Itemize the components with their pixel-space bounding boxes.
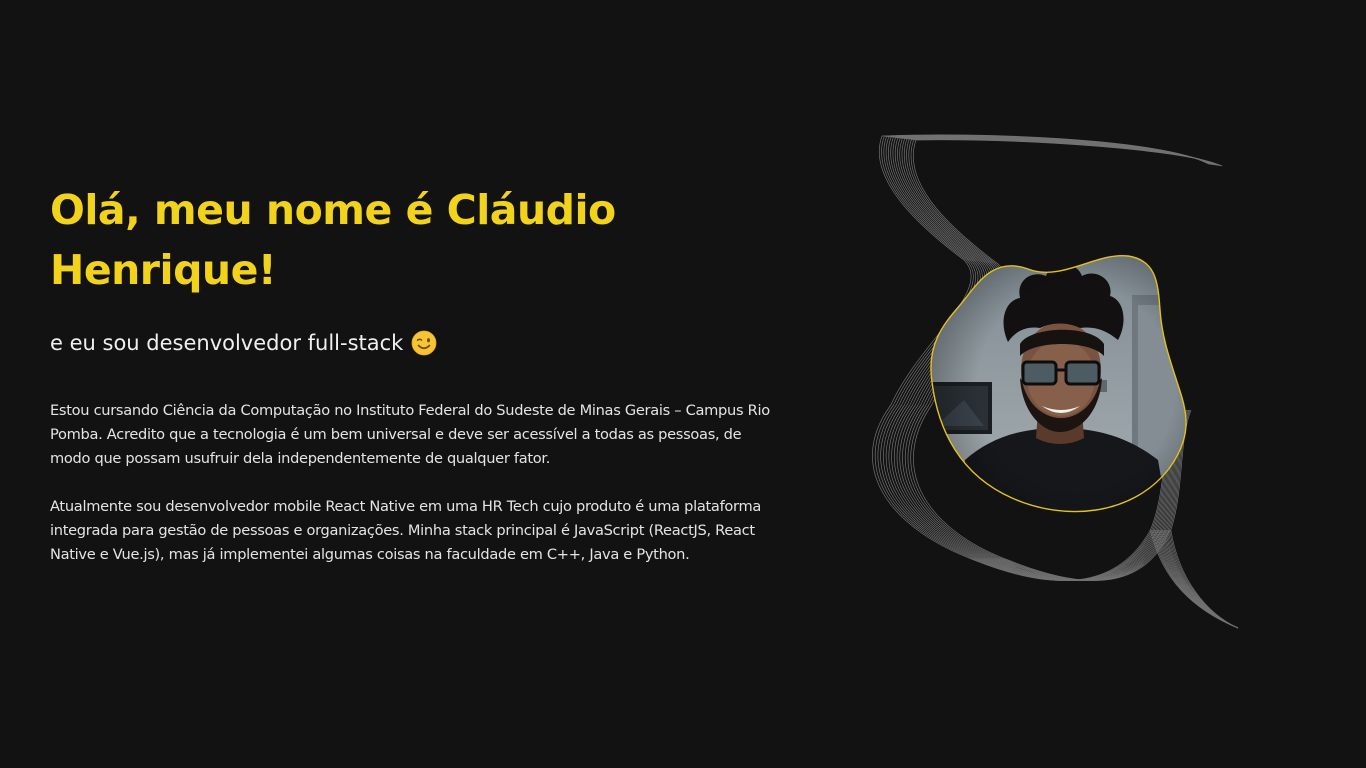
- profile-visual: [870, 130, 1250, 635]
- bio-paragraph: Atualmente sou desenvolvedor mobile Reac…: [50, 498, 762, 563]
- subtitle: e eu sou desenvolvedor full-stack: [50, 327, 770, 359]
- profile-photo: [930, 255, 1187, 512]
- bio: Estou cursando Ciência da Computação no …: [50, 399, 770, 567]
- profile-art: [872, 134, 1239, 629]
- page-title: Olá, meu nome é Cláudio Henrique!: [50, 180, 770, 300]
- headline-line-2: Henrique!: [50, 246, 277, 294]
- subtitle-text: e eu sou desenvolvedor full-stack: [50, 331, 404, 355]
- winking-face-icon: [411, 330, 437, 356]
- headline-line-1: Olá, meu nome é Cláudio: [50, 186, 616, 234]
- intro: Olá, meu nome é Cláudio Henrique! e eu s…: [50, 180, 770, 591]
- bio-paragraph: Estou cursando Ciência da Computação no …: [50, 402, 770, 467]
